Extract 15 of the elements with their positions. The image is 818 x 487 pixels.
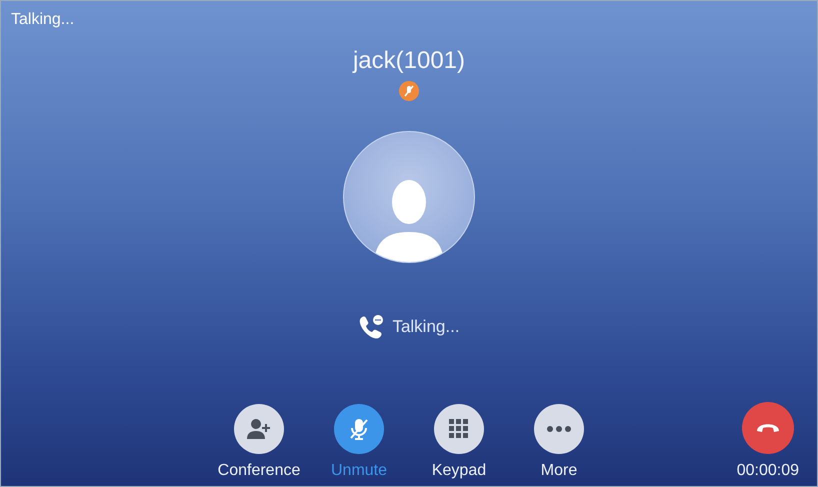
call-timer: 00:00:09 xyxy=(736,462,799,480)
add-person-icon xyxy=(247,418,271,440)
more-icon xyxy=(547,426,571,432)
caller-name: jack(1001) xyxy=(352,47,466,75)
status-text: Talking... xyxy=(11,11,74,29)
muted-badge-icon xyxy=(399,81,419,101)
keypad-icon xyxy=(449,419,469,439)
phone-chat-icon xyxy=(358,315,384,339)
more-button[interactable]: More xyxy=(520,404,598,480)
keypad-button[interactable]: Keypad xyxy=(420,404,498,480)
conference-button[interactable]: Conference xyxy=(220,404,298,480)
mute-button[interactable]: Unmute xyxy=(320,404,398,480)
muted-microphone-icon xyxy=(348,417,370,441)
call-status-text: Talking... xyxy=(392,317,460,337)
hang-up-icon xyxy=(756,423,780,433)
